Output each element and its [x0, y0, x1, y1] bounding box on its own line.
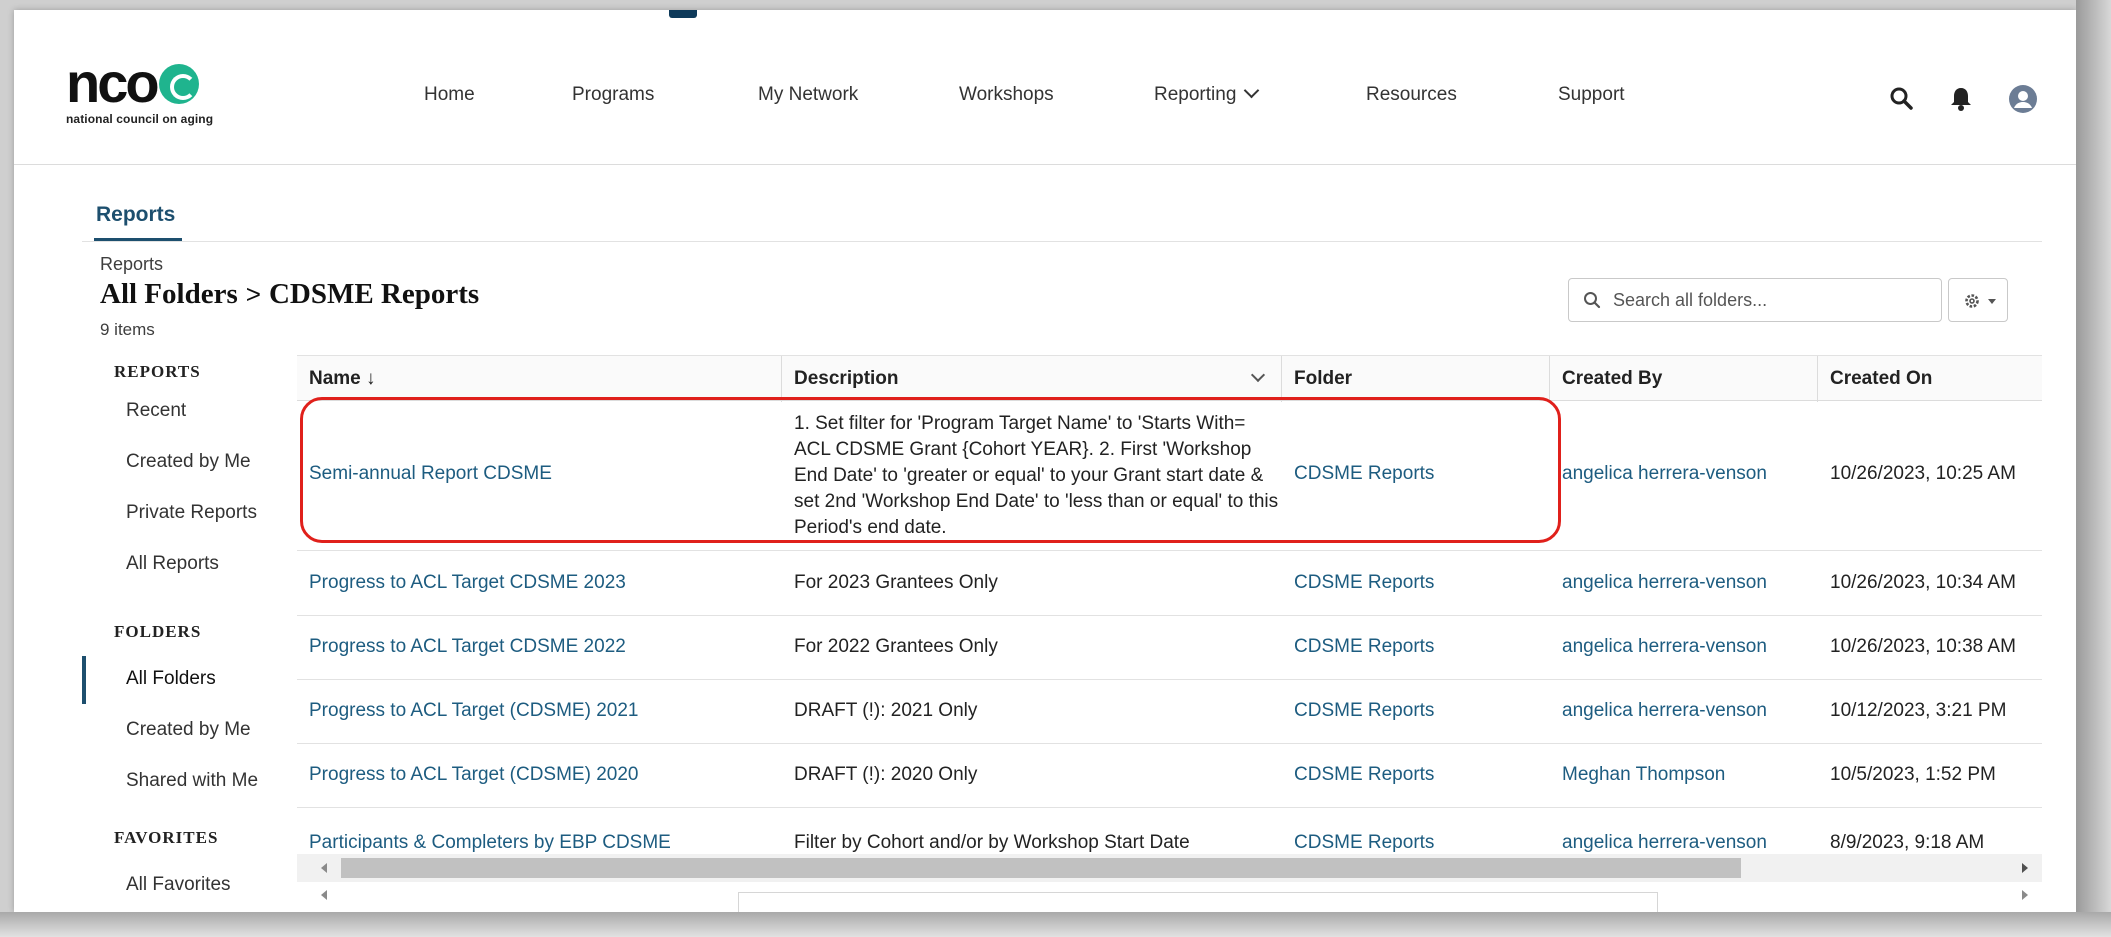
nav-support[interactable]: Support: [1558, 84, 1625, 106]
report-created-by-link[interactable]: angelica herrera-venson: [1550, 572, 1767, 594]
sidebar-item-created-by-me[interactable]: Created by Me: [126, 451, 251, 473]
report-name-link[interactable]: Participants & Completers by EBP CDSME: [297, 832, 671, 854]
sidebar-active-indicator: [82, 656, 86, 704]
reports-table: Name ↓ Description Folder Created By Cre…: [297, 355, 2042, 885]
scroll-left-arrow-icon[interactable]: [321, 863, 327, 873]
scroll-left-arrow-icon[interactable]: [321, 890, 327, 900]
table-header: Name ↓ Description Folder Created By Cre…: [297, 355, 2042, 402]
gear-icon: [1965, 294, 1979, 308]
column-header-description[interactable]: Description: [782, 356, 1282, 402]
tab-bar: Reports: [82, 188, 2042, 242]
report-created-by-link[interactable]: angelica herrera-venson: [1550, 700, 1767, 722]
breadcrumb-all-folders[interactable]: All Folders: [100, 278, 238, 310]
scroll-right-arrow-icon[interactable]: [2022, 890, 2028, 900]
logo-wordmark: nco: [66, 55, 213, 111]
report-created-on: 10/26/2023, 10:25 AM: [1830, 463, 2016, 484]
sidebar-heading-favorites: FAVORITES: [114, 828, 219, 847]
table-row: Progress to ACL Target (CDSME) 2021 DRAF…: [297, 680, 2042, 744]
report-folder-link[interactable]: CDSME Reports: [1282, 463, 1434, 485]
nav-reporting[interactable]: Reporting: [1154, 82, 1260, 106]
sidebar-item-recent[interactable]: Recent: [126, 400, 186, 422]
report-description: Filter by Cohort and/or by Workshop Star…: [794, 832, 1190, 853]
search-folders-input[interactable]: [1613, 285, 1931, 315]
report-folder-link[interactable]: CDSME Reports: [1282, 764, 1434, 786]
column-header-created-by[interactable]: Created By: [1550, 356, 1818, 402]
search-icon: [1584, 292, 1601, 309]
report-name-link[interactable]: Progress to ACL Target CDSME 2022: [297, 636, 626, 658]
nav-reporting-label: Reporting: [1154, 84, 1237, 105]
report-name-link[interactable]: Progress to ACL Target (CDSME) 2020: [297, 764, 638, 786]
report-name-link[interactable]: Progress to ACL Target (CDSME) 2021: [297, 700, 638, 722]
table-row: Semi-annual Report CDSME 1. Set filter f…: [297, 401, 2042, 551]
user-avatar-icon[interactable]: [2008, 84, 2038, 114]
tab-reports[interactable]: Reports: [96, 203, 175, 227]
settings-menu-button[interactable]: [1948, 278, 2008, 322]
breadcrumb: All Folders > CDSME Reports: [100, 278, 479, 311]
caret-down-icon: [1988, 299, 1996, 304]
bottom-panel: [738, 892, 1658, 912]
report-created-by-link[interactable]: Meghan Thompson: [1550, 764, 1725, 786]
report-created-on: 8/9/2023, 9:18 AM: [1830, 832, 1985, 853]
report-created-on: 10/12/2023, 3:21 PM: [1830, 700, 2007, 721]
sidebar-item-folders-created-by-me[interactable]: Created by Me: [126, 719, 251, 741]
sidebar-item-private-reports[interactable]: Private Reports: [126, 502, 257, 524]
column-header-name[interactable]: Name ↓: [297, 356, 782, 402]
table-row: Progress to ACL Target CDSME 2022 For 20…: [297, 616, 2042, 680]
report-description: DRAFT (!): 2020 Only: [794, 764, 978, 785]
report-folder-link[interactable]: CDSME Reports: [1282, 572, 1434, 594]
report-created-on: 10/26/2023, 10:34 AM: [1830, 572, 2016, 593]
report-folder-link[interactable]: CDSME Reports: [1282, 636, 1434, 658]
report-created-by-link[interactable]: angelica herrera-venson: [1550, 463, 1767, 485]
report-created-on: 10/5/2023, 1:52 PM: [1830, 764, 1996, 785]
chevron-down-icon: [1244, 82, 1260, 99]
report-created-on: 10/26/2023, 10:38 AM: [1830, 636, 2016, 657]
sidebar-item-shared-with-me[interactable]: Shared with Me: [126, 770, 258, 792]
scrollbar-thumb[interactable]: [341, 858, 1741, 878]
sidebar-item-all-reports[interactable]: All Reports: [126, 553, 219, 575]
page-context-label: Reports: [100, 254, 164, 274]
column-header-created-on[interactable]: Created On: [1818, 356, 2042, 402]
nav-programs[interactable]: Programs: [572, 84, 654, 106]
site-header: nco national council on aging Home Progr…: [14, 10, 2076, 165]
breadcrumb-separator: >: [245, 279, 261, 309]
sidebar-heading-folders: FOLDERS: [114, 622, 202, 641]
column-header-folder[interactable]: Folder: [1282, 356, 1550, 402]
nav-my-network[interactable]: My Network: [758, 84, 858, 106]
logo-a-mark-icon: [158, 64, 199, 104]
item-count: 9 items: [100, 320, 155, 339]
report-folder-link[interactable]: CDSME Reports: [1282, 700, 1434, 722]
sidebar-heading-reports: REPORTS: [114, 362, 201, 381]
sidebar-item-all-favorites[interactable]: All Favorites: [126, 874, 231, 896]
window-shadow-bottom: [0, 912, 2111, 937]
app-window: nco national council on aging Home Progr…: [14, 10, 2076, 912]
report-description: For 2022 Grantees Only: [794, 636, 998, 657]
report-description: 1. Set filter for 'Program Target Name' …: [794, 413, 1279, 538]
report-description: For 2023 Grantees Only: [794, 572, 998, 593]
tab-active-indicator: [94, 238, 182, 241]
report-created-by-link[interactable]: angelica herrera-venson: [1550, 832, 1767, 854]
scroll-right-arrow-icon[interactable]: [2022, 863, 2028, 873]
window-shadow-right: [2076, 0, 2111, 937]
nav-home[interactable]: Home: [424, 84, 475, 106]
report-folder-link[interactable]: CDSME Reports: [1282, 832, 1434, 854]
breadcrumb-current: CDSME Reports: [268, 278, 480, 310]
nco-logo[interactable]: nco national council on aging: [66, 55, 214, 127]
horizontal-scrollbar[interactable]: [297, 854, 2042, 882]
search-icon[interactable]: [1887, 84, 1917, 114]
chevron-down-icon[interactable]: [1250, 367, 1266, 383]
report-created-by-link[interactable]: angelica herrera-venson: [1550, 636, 1767, 658]
nav-workshops[interactable]: Workshops: [959, 84, 1054, 106]
search-folders: [1568, 278, 1942, 322]
bell-icon[interactable]: [1946, 84, 1976, 114]
sidebar-item-all-folders[interactable]: All Folders: [126, 668, 216, 690]
report-description: DRAFT (!): 2021 Only: [794, 700, 978, 721]
report-name-link[interactable]: Progress to ACL Target CDSME 2023: [297, 572, 626, 594]
nav-resources[interactable]: Resources: [1366, 84, 1457, 106]
table-row: Progress to ACL Target (CDSME) 2020 DRAF…: [297, 744, 2042, 808]
table-row: Progress to ACL Target CDSME 2023 For 20…: [297, 551, 2042, 616]
logo-tagline: national council on aging: [66, 112, 214, 126]
report-name-link[interactable]: Semi-annual Report CDSME: [297, 463, 552, 485]
